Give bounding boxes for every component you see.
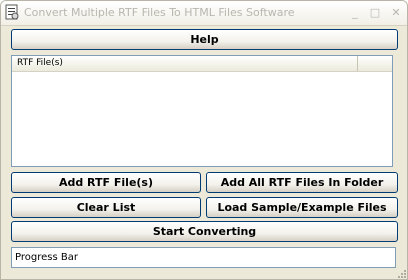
- list-header: RTF File(s): [12, 56, 392, 72]
- load-sample-button[interactable]: Load Sample/Example Files: [206, 197, 398, 218]
- add-folder-button[interactable]: Add All RTF Files In Folder: [206, 172, 398, 193]
- column-header-filler: [358, 56, 392, 71]
- clear-list-button[interactable]: Clear List: [11, 197, 201, 218]
- resize-grip-icon[interactable]: [397, 269, 407, 279]
- app-window: Convert Multiple RTF Files To HTML Files…: [0, 0, 408, 280]
- window-title: Convert Multiple RTF Files To HTML Files…: [24, 6, 295, 19]
- progress-bar: Progress Bar: [11, 247, 396, 268]
- maximize-button[interactable]: □: [367, 5, 383, 20]
- minimize-button[interactable]: _: [347, 5, 363, 20]
- start-converting-button[interactable]: Start Converting: [11, 221, 398, 242]
- help-button[interactable]: Help: [11, 29, 398, 50]
- close-button[interactable]: ✕: [388, 5, 404, 20]
- add-rtf-files-button[interactable]: Add RTF File(s): [11, 172, 201, 193]
- app-icon: [4, 4, 20, 20]
- title-bar[interactable]: Convert Multiple RTF Files To HTML Files…: [1, 1, 407, 26]
- column-header-rtf-files[interactable]: RTF File(s): [12, 56, 358, 71]
- rtf-file-list[interactable]: RTF File(s): [11, 55, 393, 167]
